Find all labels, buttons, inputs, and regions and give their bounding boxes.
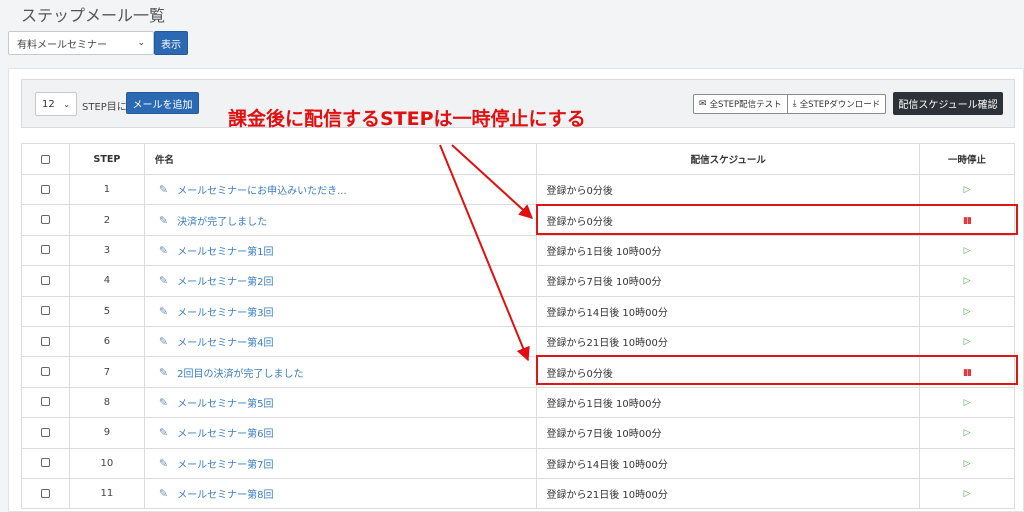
arrow-to-step-7 bbox=[439, 144, 530, 362]
arrow-to-step-2 bbox=[451, 144, 534, 219]
annotation-arrows bbox=[439, 144, 534, 362]
annotation-callout: 課金後に配信するSTEPは一時停止にする bbox=[228, 108, 586, 130]
